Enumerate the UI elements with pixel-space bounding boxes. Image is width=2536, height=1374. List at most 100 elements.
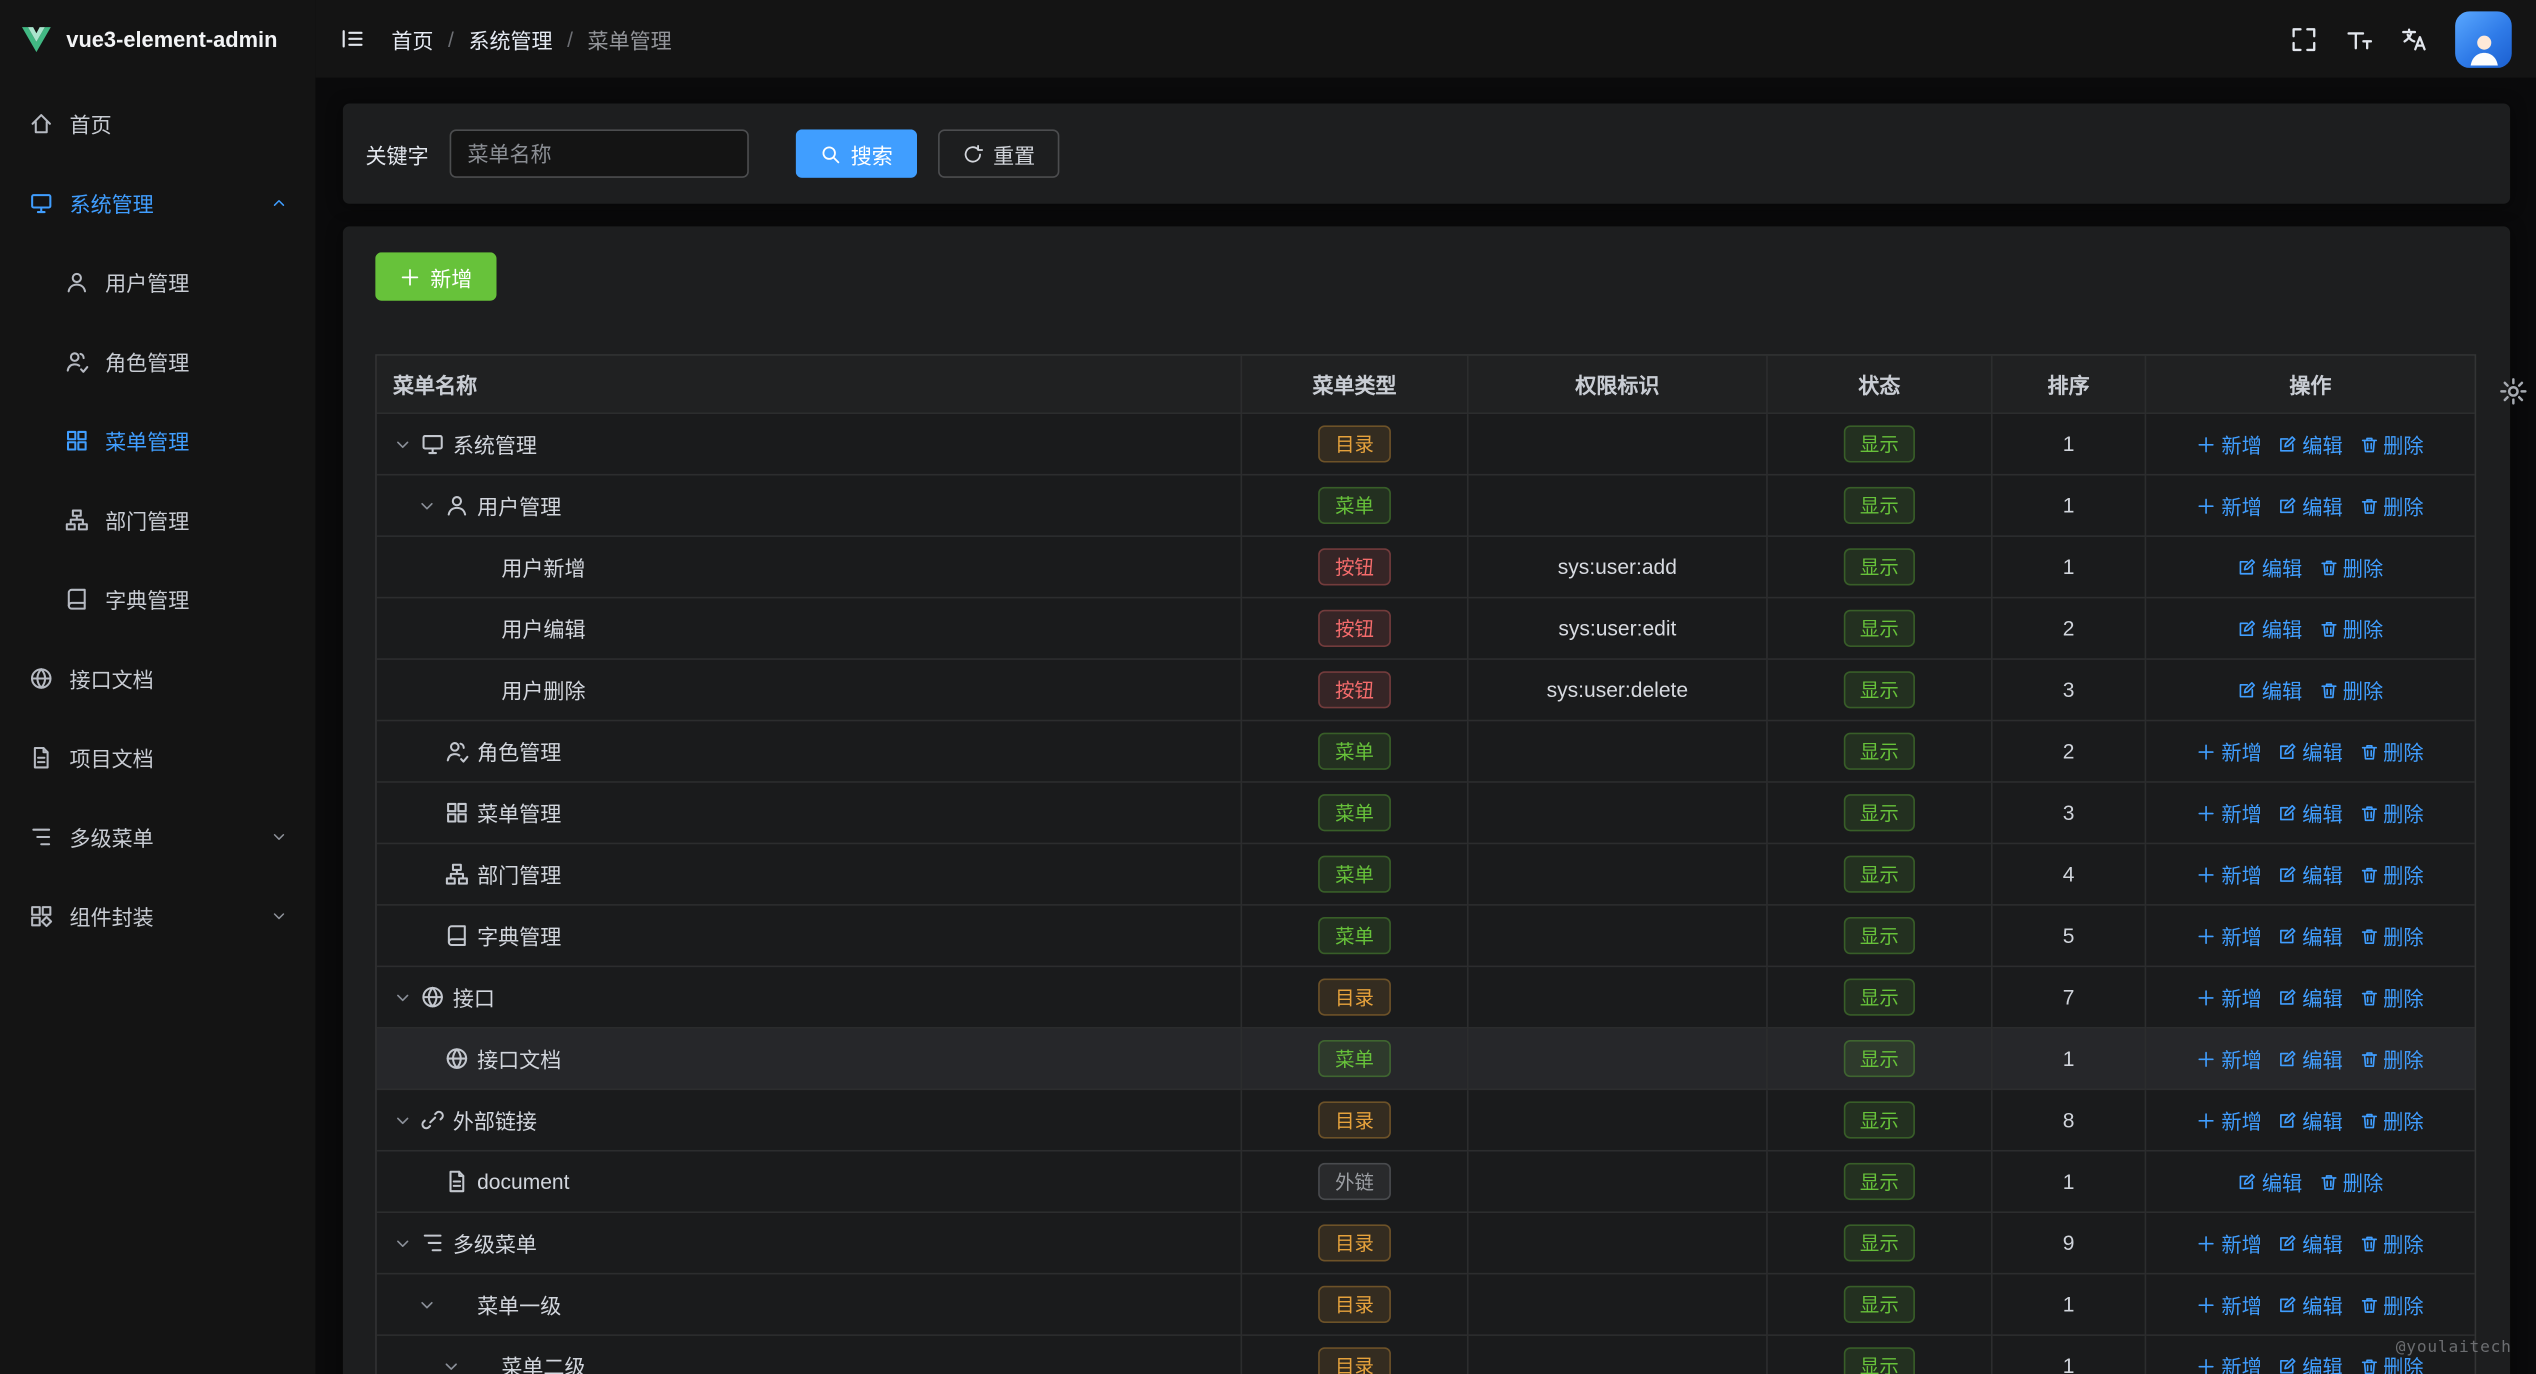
sidebar-item-system[interactable]: 系统管理 [0,163,315,242]
sidebar-item-role[interactable]: 角色管理 [0,322,315,401]
keyword-input[interactable] [450,129,749,178]
edit-link[interactable]: 编辑 [2238,674,2303,705]
delete-link[interactable]: 删除 [2359,1228,2424,1259]
cell-menu-type: 菜单 [1242,906,1468,967]
delete-link[interactable]: 删除 [2359,859,2424,890]
tag-warning: 目录 [1319,1286,1390,1323]
cell-menu-type: 菜单 [1242,721,1468,782]
sidebar-item-api-docs[interactable]: 接口文档 [0,639,315,718]
expand-arrow-icon[interactable] [393,1110,420,1129]
add-link[interactable]: 新增 [2197,1289,2262,1320]
edit-link[interactable]: 编辑 [2238,552,2303,583]
sidebar-item-label: 接口文档 [70,663,154,694]
plus-icon [2197,1233,2216,1252]
sidebar-item-components[interactable]: 组件封装 [0,877,315,956]
edit-link[interactable]: 编辑 [2278,1228,2343,1259]
delete-icon [2359,987,2378,1006]
breadcrumb-item[interactable]: 首页 [391,23,433,54]
expand-arrow-icon[interactable] [442,1356,469,1374]
font-size-button[interactable] [2345,25,2372,52]
edit-link[interactable]: 编辑 [2278,982,2343,1013]
reset-button[interactable]: 重置 [938,129,1059,178]
edit-link[interactable]: 编辑 [2278,1350,2343,1374]
add-link[interactable]: 新增 [2197,736,2262,767]
menu-name: 用户管理 [477,490,561,521]
role-icon [63,349,89,373]
edit-link[interactable]: 编辑 [2278,490,2343,521]
settings-button[interactable] [2499,377,2528,406]
edit-link[interactable]: 编辑 [2278,1105,2343,1136]
add-link[interactable]: 新增 [2197,982,2262,1013]
delete-link[interactable]: 删除 [2359,1105,2424,1136]
user-avatar[interactable] [2455,11,2512,68]
delete-link[interactable]: 删除 [2359,982,2424,1013]
delete-link[interactable]: 删除 [2318,613,2383,644]
add-link[interactable]: 新增 [2197,920,2262,951]
cell-sort: 1 [1993,1274,2147,1335]
cell-actions: 新增编辑删除 [2146,1029,2474,1090]
add-link[interactable]: 新增 [2197,1043,2262,1074]
edit-link-label: 编辑 [2302,920,2342,951]
expand-arrow-icon[interactable] [393,987,420,1006]
edit-link[interactable]: 编辑 [2278,429,2343,460]
expand-arrow-icon[interactable] [417,496,444,515]
delete-link[interactable]: 删除 [2359,1043,2424,1074]
add-link[interactable]: 新增 [2197,1228,2262,1259]
edit-link[interactable]: 编辑 [2278,1043,2343,1074]
sidebar-item-label: 系统管理 [70,188,154,219]
edit-link[interactable]: 编辑 [2278,1289,2343,1320]
edit-link[interactable]: 编辑 [2278,736,2343,767]
edit-link[interactable]: 编辑 [2278,920,2343,951]
add-button[interactable]: 新增 [375,252,496,301]
delete-link[interactable]: 删除 [2318,674,2383,705]
sidebar-item-home[interactable]: 首页 [0,84,315,163]
table-row: 多级菜单目录显示9新增编辑删除 [377,1213,2475,1274]
edit-link[interactable]: 编辑 [2278,797,2343,828]
sidebar-item-dict[interactable]: 字典管理 [0,560,315,639]
sidebar-item-project-docs[interactable]: 项目文档 [0,718,315,797]
cell-sort: 9 [1993,1213,2147,1274]
expand-arrow-icon[interactable] [393,1233,420,1252]
add-link[interactable]: 新增 [2197,797,2262,828]
cell-menu-type: 菜单 [1242,476,1468,537]
api-icon [445,1046,477,1070]
edit-link[interactable]: 编辑 [2238,1166,2303,1197]
tag-danger: 按钮 [1319,671,1390,708]
menu-name: document [477,1169,569,1193]
delete-link[interactable]: 删除 [2318,552,2383,583]
delete-link[interactable]: 删除 [2359,490,2424,521]
tag-success: 菜单 [1319,917,1390,954]
tag-warning: 目录 [1319,978,1390,1015]
add-link[interactable]: 新增 [2197,1105,2262,1136]
delete-link[interactable]: 删除 [2359,920,2424,951]
sidebar-item-multi-level[interactable]: 多级菜单 [0,797,315,876]
menu-name: 菜单管理 [477,797,561,828]
delete-link[interactable]: 删除 [2359,736,2424,767]
multilevel-icon [27,825,53,849]
breadcrumb-item[interactable]: 系统管理 [468,23,552,54]
sidebar-item-menu[interactable]: 菜单管理 [0,401,315,480]
add-link[interactable]: 新增 [2197,429,2262,460]
delete-link[interactable]: 删除 [2359,429,2424,460]
cell-status: 显示 [1768,660,1993,721]
app-logo[interactable]: vue3-element-admin [0,0,315,78]
add-link[interactable]: 新增 [2197,859,2262,890]
expand-arrow-icon[interactable] [417,1295,444,1314]
translate-icon [2400,25,2427,52]
sidebar-item-user[interactable]: 用户管理 [0,243,315,322]
add-link[interactable]: 新增 [2197,490,2262,521]
edit-link[interactable]: 编辑 [2238,613,2303,644]
search-button[interactable]: 搜索 [796,129,917,178]
fullscreen-button[interactable] [2290,25,2317,52]
sidebar-collapse-button[interactable] [340,26,366,52]
expand-arrow-icon[interactable] [393,434,420,453]
delete-link[interactable]: 删除 [2318,1166,2383,1197]
sidebar-item-dept[interactable]: 部门管理 [0,480,315,559]
delete-link[interactable]: 删除 [2359,797,2424,828]
edit-link[interactable]: 编辑 [2278,859,2343,890]
delete-link-label: 删除 [2383,859,2423,890]
delete-link[interactable]: 删除 [2359,1289,2424,1320]
translate-button[interactable] [2400,25,2427,52]
add-link[interactable]: 新增 [2197,1350,2262,1374]
tag-success: 显示 [1844,978,1915,1015]
